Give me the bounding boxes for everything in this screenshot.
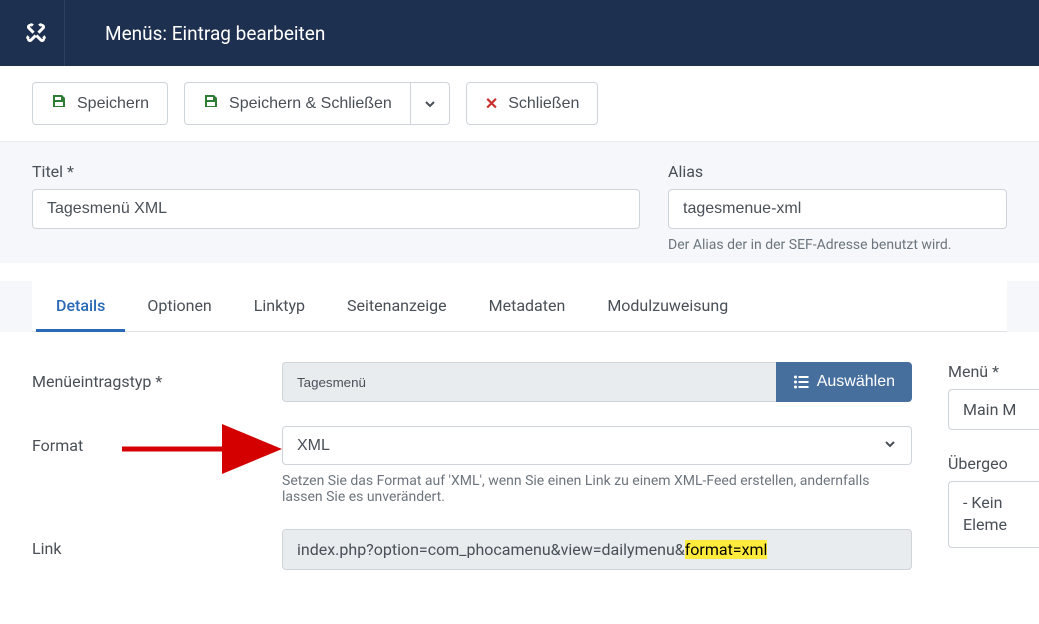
- format-select[interactable]: XML: [282, 426, 912, 465]
- row-menutype: Menüeintragstyp * Auswählen: [32, 362, 912, 402]
- action-toolbar: Speichern Speichern & Schließen ✕ Schlie…: [0, 66, 1039, 142]
- menutype-input: [282, 362, 776, 402]
- menutype-label: Menüeintragstyp *: [32, 362, 282, 402]
- form-side: Menü * Main M Übergeo - Kein Eleme: [948, 362, 1031, 594]
- tab-optionen[interactable]: Optionen: [127, 282, 231, 332]
- page-title: Menüs: Eintrag bearbeiten: [97, 22, 325, 45]
- alias-input[interactable]: [668, 189, 1007, 229]
- close-button-label: Schließen: [508, 95, 579, 113]
- alias-label: Alias: [668, 162, 1007, 181]
- alias-help: Der Alias der in der SEF-Adresse benutzt…: [668, 237, 1007, 253]
- tabs: Details Optionen Linktyp Seitenanzeige M…: [32, 281, 1007, 332]
- select-type-button[interactable]: Auswählen: [776, 362, 912, 402]
- alias-field-col: Alias Der Alias der in der SEF-Adresse b…: [668, 162, 1007, 253]
- row-link: Link index.php?option=com_phocamenu&view…: [32, 529, 912, 570]
- save-close-label: Speichern & Schließen: [229, 95, 392, 113]
- menu-toggle[interactable]: [65, 0, 97, 66]
- tab-modulzuweisung[interactable]: Modulzuweisung: [587, 282, 748, 332]
- app-topbar: Menüs: Eintrag bearbeiten: [0, 0, 1039, 66]
- form-area: Menüeintragstyp * Auswählen Format XML: [0, 332, 1039, 624]
- close-button[interactable]: ✕ Schließen: [466, 82, 599, 125]
- title-input[interactable]: [32, 189, 640, 229]
- side-parent-select[interactable]: - Kein Eleme: [948, 481, 1039, 548]
- tabs-wrap: Details Optionen Linktyp Seitenanzeige M…: [0, 281, 1039, 332]
- form-main: Menüeintragstyp * Auswählen Format XML: [32, 362, 912, 594]
- side-menu-select[interactable]: Main M: [948, 389, 1039, 430]
- format-help: Setzen Sie das Format auf 'XML', wenn Si…: [282, 473, 882, 505]
- chevron-down-icon: [423, 97, 437, 111]
- save-button-label: Speichern: [77, 95, 149, 113]
- tab-seitenanzeige[interactable]: Seitenanzeige: [327, 282, 467, 332]
- save-close-group: Speichern & Schließen: [184, 82, 450, 125]
- tab-metadaten[interactable]: Metadaten: [469, 282, 586, 332]
- link-value: index.php?option=com_phocamenu&view=dail…: [282, 529, 912, 570]
- annotation-arrow: [122, 434, 292, 468]
- side-parent-label: Übergeo: [948, 454, 1031, 473]
- tab-linktyp[interactable]: Linktyp: [234, 282, 325, 332]
- save-icon: [51, 93, 67, 114]
- select-type-label: Auswählen: [817, 373, 895, 391]
- joomla-logo[interactable]: [8, 0, 65, 66]
- save-icon: [203, 93, 219, 114]
- save-button[interactable]: Speichern: [32, 82, 168, 125]
- save-close-button[interactable]: Speichern & Schließen: [184, 82, 410, 125]
- list-icon: [793, 374, 809, 390]
- close-icon: ✕: [485, 94, 498, 114]
- side-menu-label: Menü *: [948, 362, 1031, 381]
- link-label: Link: [32, 529, 282, 570]
- save-close-dropdown[interactable]: [410, 82, 450, 125]
- title-label: Titel *: [32, 162, 640, 181]
- title-field-col: Titel *: [32, 162, 640, 253]
- tab-details[interactable]: Details: [36, 282, 125, 332]
- title-alias-row: Titel * Alias Der Alias der in der SEF-A…: [0, 142, 1039, 263]
